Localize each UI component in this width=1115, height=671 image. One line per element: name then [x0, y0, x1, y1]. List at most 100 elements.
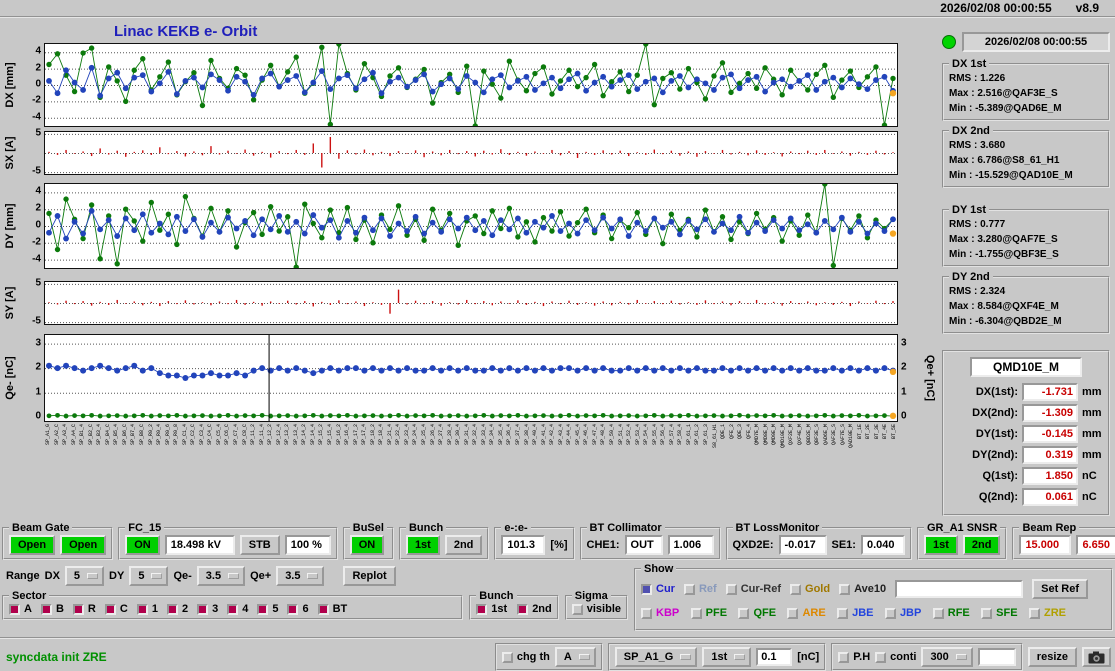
checkbox-icon[interactable] [837, 607, 849, 619]
toggle-chg-th[interactable]: chg th [501, 651, 550, 663]
toggle-sector-bt[interactable]: BT [317, 603, 347, 615]
checkbox-icon[interactable] [981, 607, 993, 619]
range-dy-select[interactable]: 5 [129, 566, 169, 586]
checkbox-icon[interactable] [1028, 607, 1040, 619]
checkbox-icon[interactable] [839, 583, 851, 595]
range-dx-select[interactable]: 5 [64, 566, 105, 586]
dx-plot-area[interactable] [44, 43, 898, 127]
toggle-show-are[interactable]: ARE [787, 607, 826, 619]
checkbox-icon[interactable] [40, 603, 52, 615]
toggle-sector-4[interactable]: 4 [227, 603, 248, 615]
fc15-on-button[interactable]: ON [125, 535, 160, 555]
checkbox-icon[interactable] [166, 603, 178, 615]
checkbox-icon[interactable] [641, 607, 652, 619]
checkbox-icon[interactable] [641, 583, 652, 595]
busel-on-button[interactable]: ON [349, 535, 385, 555]
toggle-ph[interactable]: P.H [838, 651, 870, 663]
toggle-show-zre[interactable]: ZRE [1028, 607, 1066, 619]
bpm-label: SP_16_4 [344, 424, 351, 446]
checkbox-icon[interactable] [104, 603, 116, 615]
toggle-show-qfe[interactable]: QFE [738, 607, 776, 619]
checkbox-icon[interactable] [227, 603, 239, 615]
bpm-label: SP_17_4 [361, 424, 368, 446]
toggle-show-ref[interactable]: Ref [683, 583, 717, 595]
dropdown-arrow-icon [680, 654, 692, 660]
checkbox-icon[interactable] [287, 603, 299, 615]
toggle-show-gold[interactable]: Gold [790, 583, 830, 595]
checkbox-icon[interactable] [476, 603, 488, 615]
bpm-select[interactable]: SP_A1_G [614, 647, 698, 667]
checkbox-icon[interactable] [725, 583, 737, 595]
bt-lossmonitor-group: BT LossMonitor QXD2E: -0.017 SE1: 0.040 [725, 522, 912, 560]
toggle-show-sfe[interactable]: SFE [981, 607, 1018, 619]
qe-plot-area[interactable] [44, 334, 898, 422]
bunch-select[interactable]: 1st [702, 647, 752, 667]
toggle-show-pfe[interactable]: PFE [690, 607, 727, 619]
beam-gate-open-2-button[interactable]: Open [60, 535, 107, 555]
toggle-show-cur-ref[interactable]: Cur-Ref [725, 583, 781, 595]
checkbox-icon[interactable] [683, 583, 695, 595]
set-ref-button[interactable]: Set Ref [1032, 579, 1089, 599]
checkbox-icon[interactable] [136, 603, 148, 615]
beam-gate-open-1-button[interactable]: Open [9, 535, 56, 555]
checkbox-icon[interactable] [571, 603, 583, 615]
checkbox-icon[interactable] [738, 607, 750, 619]
bpm-label: SP_C8_C [241, 424, 248, 446]
toggle-sector-a[interactable]: A [9, 603, 32, 615]
checkbox-icon[interactable] [838, 651, 850, 663]
checkbox-icon[interactable] [317, 603, 329, 615]
bunch-1st-button[interactable]: 1st [405, 535, 440, 555]
ref-name-input[interactable] [895, 580, 1024, 598]
fc15-stb-button[interactable]: STB [239, 535, 280, 555]
checkbox-icon[interactable] [517, 603, 529, 615]
toggle-sector-b[interactable]: B [40, 603, 64, 615]
range-qem-select[interactable]: 3.5 [196, 566, 246, 586]
checkbox-icon[interactable] [72, 603, 84, 615]
threshold-input[interactable] [756, 648, 793, 666]
toggle-sector-2[interactable]: 2 [166, 603, 188, 615]
checkbox-icon[interactable] [257, 603, 269, 615]
toggle-sigma-visible[interactable]: visible [571, 603, 621, 615]
sy-yticks: 5 -5 [18, 277, 44, 326]
toggle-bunch-2nd[interactable]: 2nd [517, 603, 552, 615]
toggle-sector-5[interactable]: 5 [257, 603, 278, 615]
y-axis-label: Qe- [nC] [4, 356, 16, 400]
toggle-sector-6[interactable]: 6 [287, 603, 309, 615]
checkbox-icon[interactable] [197, 603, 209, 615]
toggle-conti[interactable]: conti [875, 651, 916, 663]
toggle-sector-1[interactable]: 1 [136, 603, 158, 615]
sector-letter-select[interactable]: A [554, 647, 596, 667]
checkbox-icon[interactable] [932, 607, 944, 619]
bpm-label: SP_16_2 [335, 424, 342, 446]
toggle-sector-r[interactable]: R [72, 603, 96, 615]
bpm-label: SP_44_4 [566, 424, 573, 446]
gr-a1-1st-button[interactable]: 1st [923, 535, 958, 555]
checkbox-icon[interactable] [9, 603, 20, 615]
gr-a1-2nd-button[interactable]: 2nd [962, 535, 1001, 555]
checkbox-icon[interactable] [884, 607, 896, 619]
checkbox-icon[interactable] [501, 651, 513, 663]
toggle-bunch-1st[interactable]: 1st [476, 603, 507, 615]
resize-button[interactable]: resize [1027, 647, 1077, 667]
checkbox-icon[interactable] [690, 607, 702, 619]
sx-plot-area[interactable] [44, 131, 898, 175]
checkbox-icon[interactable] [790, 583, 802, 595]
bunch-2nd-button[interactable]: 2nd [444, 535, 483, 555]
toggle-show-ave10[interactable]: Ave10 [839, 583, 886, 595]
range-qep-select[interactable]: 3.5 [276, 566, 325, 586]
toggle-show-kbp[interactable]: KBP [641, 607, 679, 619]
aux-input[interactable] [977, 648, 1016, 666]
toggle-sector-c[interactable]: C [104, 603, 128, 615]
dy-plot-area[interactable] [44, 183, 898, 269]
checkbox-icon[interactable] [875, 651, 887, 663]
snapshot-button[interactable] [1082, 647, 1111, 667]
toggle-show-rfe[interactable]: RFE [932, 607, 970, 619]
points-select[interactable]: 300 [921, 647, 973, 667]
toggle-show-jbe[interactable]: JBE [837, 607, 874, 619]
toggle-show-cur[interactable]: Cur [641, 583, 675, 595]
sy-plot-area[interactable] [44, 281, 898, 325]
toggle-sector-3[interactable]: 3 [197, 603, 218, 615]
toggle-show-jbp[interactable]: JBP [884, 607, 921, 619]
replot-button[interactable]: Replot [343, 566, 396, 586]
checkbox-icon[interactable] [787, 607, 799, 619]
